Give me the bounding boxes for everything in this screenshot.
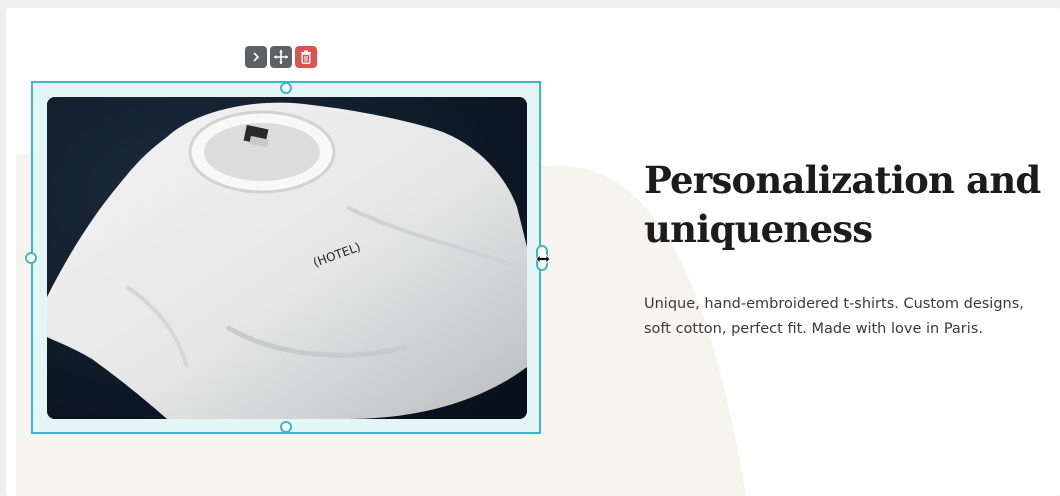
- section-description[interactable]: Unique, hand-embroidered t-shirts. Custo…: [644, 292, 1044, 342]
- trash-icon: [301, 50, 311, 64]
- expand-button[interactable]: [245, 46, 267, 68]
- tshirt-image[interactable]: (HOTEL): [47, 97, 527, 419]
- resize-handle-top[interactable]: [280, 82, 292, 94]
- move-icon: [274, 50, 288, 64]
- resize-cursor-icon: [535, 254, 551, 264]
- section-heading[interactable]: Personalization and uniqueness: [644, 156, 1044, 254]
- editor-background: (HOTEL) Personalization and uniqueness U…: [0, 0, 1060, 496]
- delete-button[interactable]: [295, 46, 317, 68]
- block-toolbar: [245, 46, 317, 70]
- move-button[interactable]: [270, 46, 292, 68]
- tshirt-illustration: (HOTEL): [47, 97, 527, 419]
- chevron-right-icon: [253, 52, 260, 62]
- resize-handle-left[interactable]: [25, 252, 37, 264]
- resize-handle-bottom[interactable]: [280, 421, 292, 433]
